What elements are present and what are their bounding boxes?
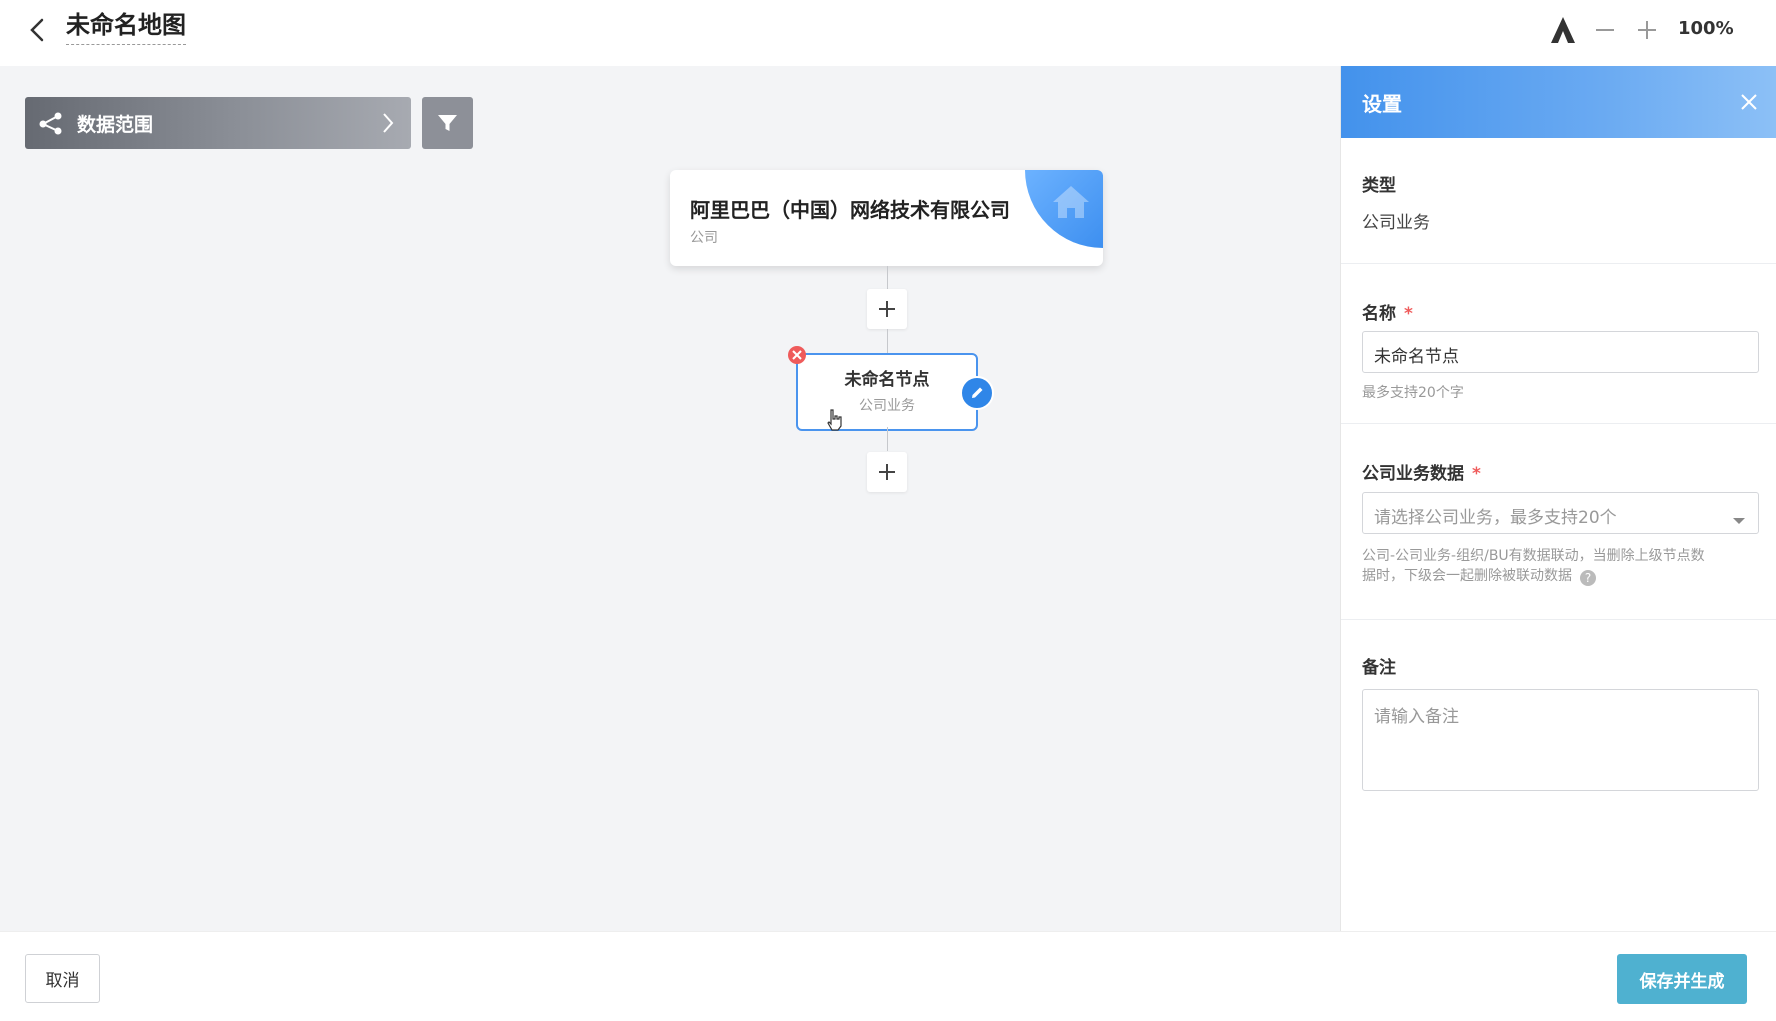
connector-line: [887, 329, 888, 353]
footer-bar: 取消 保存并生成: [0, 931, 1776, 1021]
add-node-button-top[interactable]: [867, 289, 907, 329]
zoom-out-icon[interactable]: [1588, 12, 1622, 48]
business-data-placeholder: 请选择公司业务，最多支持20个: [1374, 508, 1617, 528]
name-label-text: 名称: [1362, 304, 1396, 324]
map-title[interactable]: 未命名地图: [66, 10, 186, 45]
business-data-hint-line2: 据时，下级会一起删除被联动数据?: [1362, 566, 1705, 586]
add-node-button-bottom[interactable]: [867, 452, 907, 492]
type-label: 类型: [1362, 176, 1396, 196]
business-data-select[interactable]: 请选择公司业务，最多支持20个: [1362, 492, 1759, 534]
required-mark: *: [1404, 304, 1413, 324]
divider: [1341, 263, 1776, 264]
hand-pointer-icon: [824, 408, 846, 436]
name-label: 名称 *: [1362, 299, 1413, 324]
help-icon[interactable]: ?: [1580, 570, 1596, 586]
zoom-in-icon[interactable]: [1630, 12, 1664, 48]
notes-textarea[interactable]: 请输入备注: [1362, 689, 1759, 791]
map-canvas[interactable]: 数据范围 阿里巴巴（中国）网络技术有限公司 公司 未命名节点 公司业务: [0, 66, 1340, 931]
business-data-label-text: 公司业务数据: [1362, 464, 1464, 484]
plus-icon: [879, 301, 895, 317]
top-bar: 未命名地图 100%: [0, 0, 1776, 66]
share-nodes-icon: [37, 109, 65, 141]
business-data-label: 公司业务数据 *: [1362, 459, 1481, 484]
notes-placeholder: 请输入备注: [1374, 707, 1459, 727]
company-node[interactable]: 阿里巴巴（中国）网络技术有限公司 公司: [670, 170, 1103, 266]
caret-down-icon: [1732, 510, 1746, 529]
plus-icon: [879, 464, 895, 480]
company-node-badge: [1025, 170, 1103, 248]
connector-line: [887, 427, 888, 451]
type-value: 公司业务: [1362, 213, 1430, 233]
settings-panel: 设置 类型 公司业务 名称 * 未命名节点 最多支持20个字 公司业务数据 * 请选…: [1340, 66, 1776, 931]
filter-button[interactable]: [422, 97, 473, 149]
node-name: 未命名节点: [844, 370, 930, 390]
company-node-name: 阿里巴巴（中国）网络技术有限公司: [690, 198, 1010, 222]
divider: [1341, 423, 1776, 424]
settings-panel-title: 设置: [1362, 92, 1402, 116]
business-data-hint: 公司-公司业务-组织/BU有数据联动，当删除上级节点数 据时，下级会一起删除被联…: [1362, 546, 1705, 586]
settings-panel-header: 设置: [1341, 66, 1776, 138]
name-input[interactable]: 未命名节点: [1362, 331, 1759, 373]
divider: [1341, 619, 1776, 620]
edit-node-icon[interactable]: [960, 376, 994, 410]
business-data-hint-line1: 公司-公司业务-组织/BU有数据联动，当删除上级节点数: [1362, 548, 1705, 564]
back-arrow-icon[interactable]: [22, 12, 52, 48]
required-mark: *: [1472, 464, 1481, 484]
data-scope-bar[interactable]: 数据范围: [25, 97, 411, 149]
delete-node-icon[interactable]: [788, 346, 806, 364]
data-scope-label: 数据范围: [77, 114, 154, 136]
notes-label: 备注: [1362, 658, 1396, 678]
company-node-type: 公司: [690, 230, 718, 246]
chevron-right-icon: [381, 111, 395, 139]
name-input-value: 未命名节点: [1374, 347, 1459, 367]
zoom-level: 100%: [1678, 18, 1734, 39]
business-data-hint-line2-text: 据时，下级会一起删除被联动数据: [1362, 568, 1572, 584]
theme-icon[interactable]: [1546, 12, 1580, 48]
cancel-button[interactable]: 取消: [25, 954, 100, 1003]
name-hint: 最多支持20个字: [1362, 385, 1464, 401]
save-and-generate-button[interactable]: 保存并生成: [1617, 954, 1747, 1004]
close-icon[interactable]: [1737, 90, 1761, 114]
